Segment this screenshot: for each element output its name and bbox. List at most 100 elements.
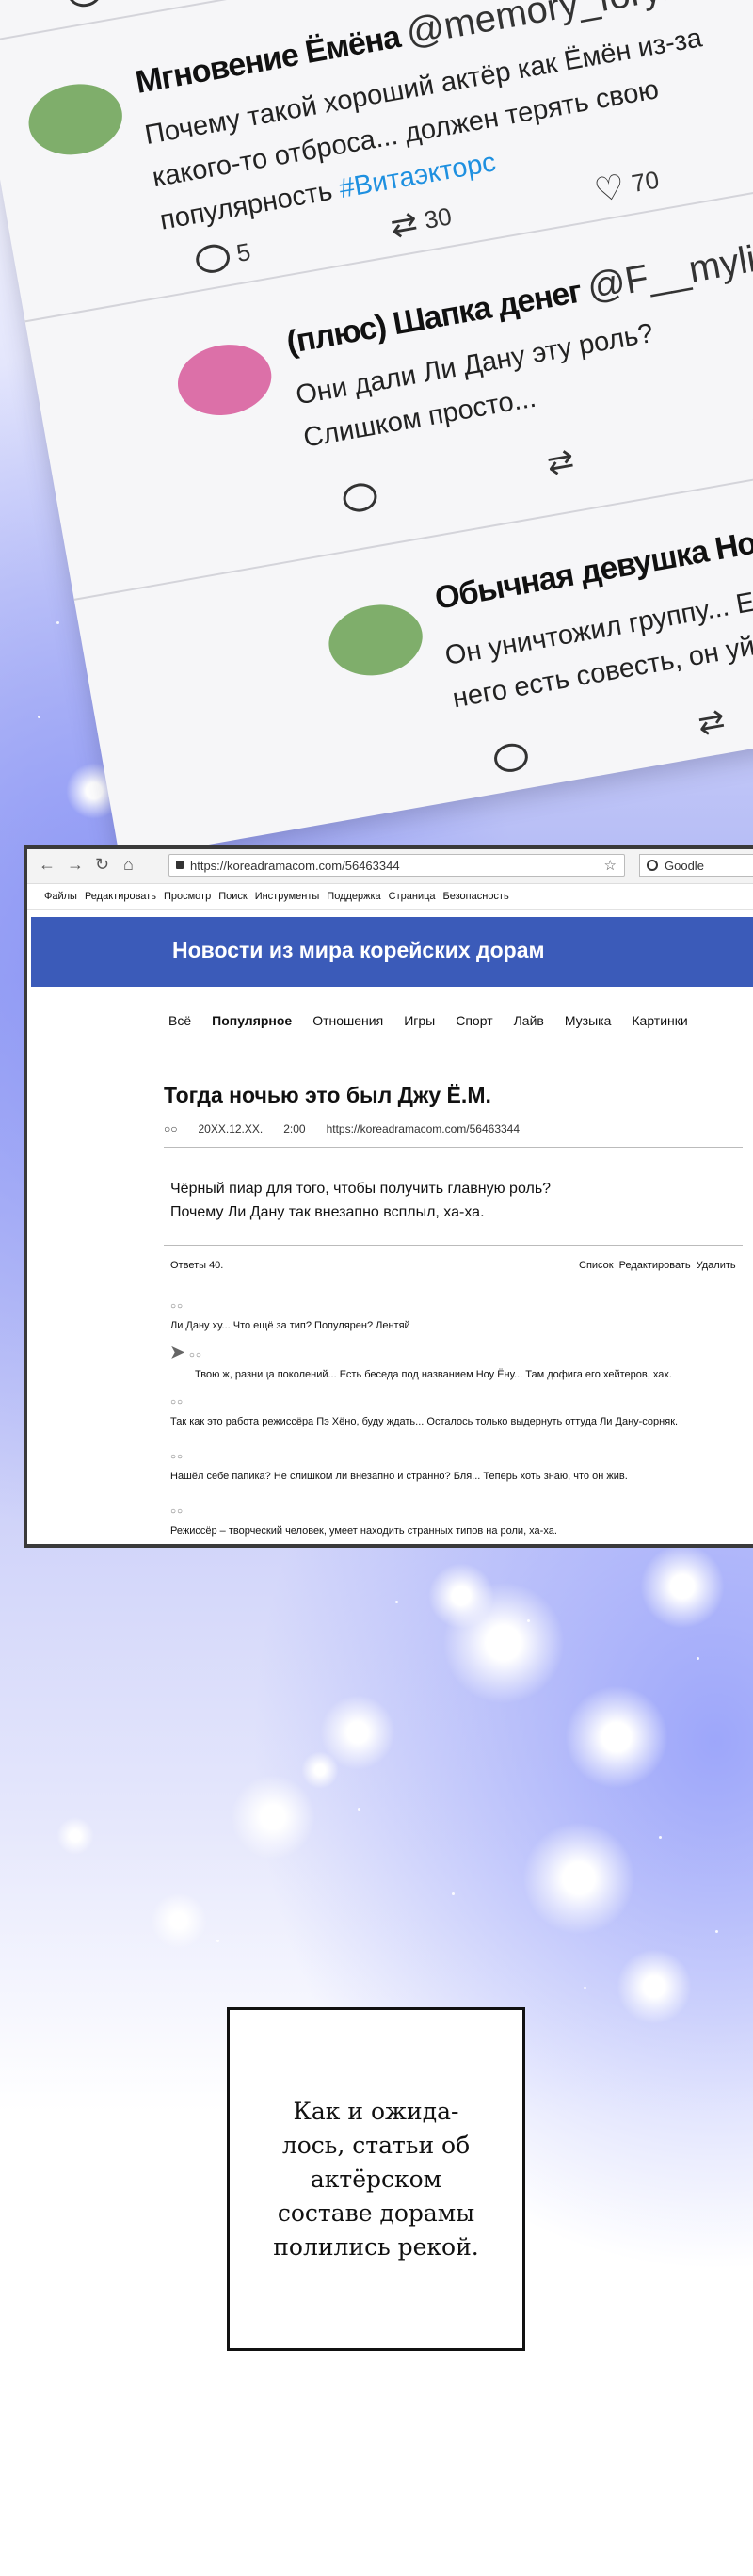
sparkle: [56, 1817, 94, 1855]
caption-box: Как и ожида-лось, статьи об актёрском со…: [227, 2007, 525, 2351]
address-bar[interactable]: https://koreadramacom.com/56463344 ☆: [168, 854, 625, 877]
sparkle: [522, 1822, 635, 1935]
article-time: 2:00: [283, 1122, 306, 1135]
comment-button[interactable]: 5: [193, 237, 253, 276]
user-handle[interactable]: @F__mylife: [585, 233, 753, 308]
comment-user: ○○: [170, 1397, 184, 1408]
sparkle: [231, 1775, 315, 1860]
star-dot: [527, 1619, 530, 1622]
sparkle: [565, 1685, 668, 1789]
star-dot: [697, 1657, 699, 1660]
category-pictures[interactable]: Картинки: [632, 1013, 687, 1028]
comment-text: Нашёл себе папика? Не слишком ли внезапн…: [170, 1471, 628, 1482]
replies-count: Ответы 40.: [170, 1260, 224, 1271]
category-games[interactable]: Игры: [404, 1013, 435, 1028]
retweet-button[interactable]: ⇄: [544, 442, 577, 483]
avatar: [171, 337, 278, 423]
star-dot: [584, 1987, 586, 1989]
lock-icon: [176, 861, 184, 869]
comment-icon: [193, 241, 232, 276]
article-author: ○○: [164, 1122, 178, 1135]
browser-window: ← → ↻ ⌂ https://koreadramacom.com/564633…: [24, 845, 753, 1548]
browser-toolbar: ← → ↻ ⌂ https://koreadramacom.com/564633…: [27, 849, 753, 884]
divider: [164, 1147, 743, 1148]
article-lead: Чёрный пиар для того, чтобы получить гла…: [170, 1181, 552, 1220]
forward-arrow-icon[interactable]: →: [67, 855, 84, 875]
avatar: [323, 597, 428, 684]
like-button[interactable]: ♡: [747, 404, 753, 447]
comment-button[interactable]: [341, 480, 379, 515]
divider: [164, 1245, 743, 1246]
menu-tools[interactable]: Инструменты: [255, 891, 320, 902]
menu-edit[interactable]: Редактировать: [85, 891, 156, 902]
star-dot: [659, 1836, 662, 1839]
article-title: Тогда ночью это был Джу Ё.М.: [164, 1083, 491, 1107]
category-popular[interactable]: Популярное: [212, 1013, 292, 1028]
retweet-icon: ⇄: [387, 204, 421, 245]
top-comment-count[interactable]: 3: [65, 0, 124, 9]
sparkle: [617, 1949, 692, 2024]
like-button[interactable]: ♡ 70: [591, 165, 662, 209]
category-nav: Всё Популярное Отношения Игры Спорт Лайв…: [168, 1013, 688, 1028]
star-dot: [358, 1808, 360, 1811]
more-dot[interactable]: ·: [696, 0, 715, 2]
address-url: https://koreadramacom.com/56463344: [190, 859, 400, 873]
bookmark-star-icon[interactable]: ☆: [604, 855, 617, 877]
menu-support[interactable]: Поддержка: [327, 891, 380, 902]
menu-view[interactable]: Просмотр: [164, 891, 211, 902]
category-music[interactable]: Музыка: [565, 1013, 612, 1028]
reply-arrow-icon: ➤: [170, 1343, 186, 1361]
comment-user: ○○: [170, 1301, 184, 1312]
star-dot: [38, 716, 40, 718]
menu-search[interactable]: Поиск: [218, 891, 247, 902]
globe-icon: [647, 860, 658, 871]
sparkle: [151, 1892, 207, 1949]
star-dot: [715, 1930, 718, 1933]
site-header: Новости из мира корейских дорам: [31, 917, 753, 987]
list-link[interactable]: Список: [579, 1260, 614, 1271]
comment-user: ○○: [188, 1350, 202, 1360]
site-title[interactable]: Новости из мира корейских дорам: [172, 938, 545, 963]
category-all[interactable]: Всё: [168, 1013, 191, 1028]
comment-text: Ли Дану ху... Что ещё за тип? Популярен?…: [170, 1320, 410, 1331]
edit-link[interactable]: Редактировать: [619, 1260, 691, 1271]
category-live[interactable]: Лайв: [514, 1013, 544, 1028]
reply-marker: ➤ ○○: [170, 1343, 202, 1362]
star-dot: [216, 1940, 219, 1942]
back-arrow-icon[interactable]: ←: [39, 855, 56, 875]
comment-icon: [341, 480, 379, 515]
comment-icon: [491, 740, 531, 775]
social-feed-card: 3 Мгновение Ёмёна@memory_forym· Почему т…: [0, 0, 753, 861]
category-relations[interactable]: Отношения: [312, 1013, 383, 1028]
search-box[interactable]: Goodle: [639, 854, 753, 877]
retweet-icon: ⇄: [544, 442, 577, 483]
comment-text: Режиссёр – творческий человек, умеет нах…: [170, 1525, 557, 1537]
comment-user: ○○: [170, 1506, 184, 1517]
caption-text: Как и ожида-лось, статьи об актёрском со…: [273, 2097, 479, 2261]
comment-button[interactable]: [491, 740, 531, 775]
article-url[interactable]: https://koreadramacom.com/56463344: [327, 1122, 520, 1135]
home-icon[interactable]: ⌂: [123, 855, 134, 875]
star-dot: [395, 1601, 398, 1603]
menu-bar: Файлы Редактировать Просмотр Поиск Инстр…: [27, 884, 753, 910]
retweet-button[interactable]: ⇄ 30: [387, 201, 454, 245]
article-date: 20XX.12.XX.: [198, 1122, 264, 1135]
star-dot: [56, 621, 59, 624]
sparkle: [640, 1544, 725, 1629]
menu-security[interactable]: Безопасность: [443, 891, 509, 902]
sparkle: [301, 1751, 339, 1789]
category-sport[interactable]: Спорт: [456, 1013, 492, 1028]
delete-link[interactable]: Удалить: [697, 1260, 736, 1271]
comment-text: Твою ж, разница поколений... Есть беседа…: [195, 1369, 672, 1380]
search-engine-name: Goodle: [665, 859, 704, 873]
comment-text: Так как это работа режиссёра Пэ Хёно, бу…: [170, 1416, 679, 1427]
comment-icon: [65, 0, 104, 9]
reply-actions: Список Редактировать Удалить: [579, 1260, 736, 1271]
retweet-icon: ⇄: [695, 702, 729, 743]
article-meta: ○○ 20XX.12.XX. 2:00 https://koreadramaco…: [164, 1122, 520, 1135]
avatar: [23, 76, 128, 162]
retweet-button[interactable]: ⇄: [695, 702, 729, 743]
menu-files[interactable]: Файлы: [44, 891, 77, 902]
menu-page[interactable]: Страница: [389, 891, 436, 902]
reload-icon[interactable]: ↻: [95, 855, 109, 875]
